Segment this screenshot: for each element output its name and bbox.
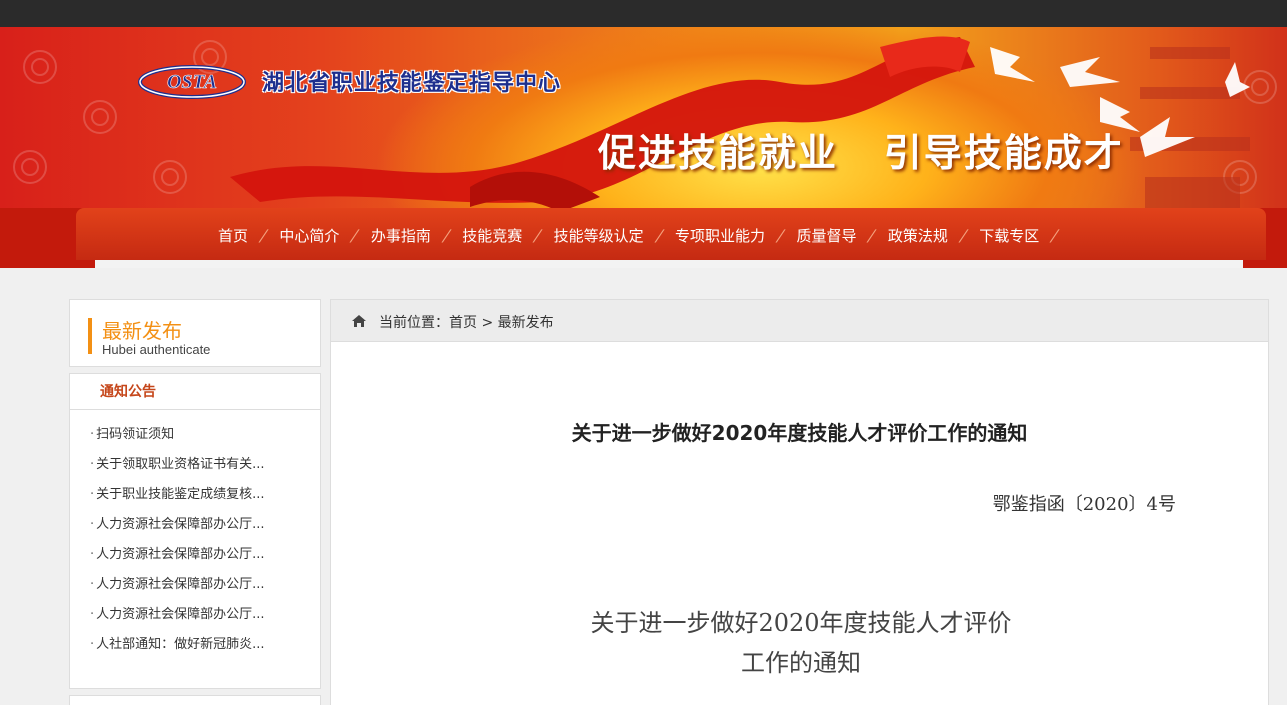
notice-category-title[interactable]: 通知公告 (70, 374, 320, 410)
logo-text: OSTA (167, 71, 217, 93)
nav-item-quality-supervision[interactable]: 质量督导 / (796, 225, 887, 246)
nav-item-level-certification[interactable]: 技能等级认定 / (554, 225, 675, 246)
notice-link[interactable]: 关于职业技能鉴定成绩复核... (96, 487, 264, 502)
notice-list-item[interactable]: · 关于领取职业资格证书有关... (90, 450, 320, 480)
nav-item-label[interactable]: 技能等级认定 (554, 225, 644, 246)
nav-item-home[interactable]: 首页 / (218, 225, 279, 246)
nav-item-special-ability[interactable]: 专项职业能力 / (675, 225, 796, 246)
nav-bottom-strip (95, 260, 1243, 268)
notice-list-item[interactable]: · 人力资源社会保障部办公厅... (90, 540, 320, 570)
home-icon (352, 315, 366, 327)
article-title: 关于进一步做好2020年度技能人才评价工作的通知 (571, 421, 1028, 445)
notice-link[interactable]: 人力资源社会保障部办公厅... (96, 607, 264, 622)
sidebar-subtitle: Hubei authenticate (102, 342, 211, 357)
bullet-icon: · (90, 487, 95, 502)
nav-item-label[interactable]: 办事指南 (371, 225, 431, 246)
notice-list-item[interactable]: · 人力资源社会保障部办公厅... (90, 510, 320, 540)
bullet-icon: · (90, 607, 95, 622)
notice-list-item[interactable]: · 扫码领证须知 (90, 420, 320, 450)
sidebar: 最新发布 Hubei authenticate 通知公告 · 扫码领证须知 · 关于… (69, 299, 321, 705)
nav-item-label[interactable]: 下载专区 (979, 225, 1039, 246)
site-banner: OSTA 湖北省职业技能鉴定指导中心 促进技能就业 引导技能成才 (0, 27, 1287, 217)
bullet-icon: · (90, 637, 95, 652)
notice-panel: 通知公告 · 扫码领证须知 · 关于领取职业资格证书有关... · 关于职业技能鉴定成… (69, 373, 321, 689)
sidebar-accent-bar (88, 318, 92, 354)
nav-separator: / (865, 226, 879, 245)
document-number: 鄂鉴指函〔2020〕4号 (992, 494, 1176, 515)
nav-separator: / (440, 226, 453, 245)
nav-separator: / (653, 226, 666, 245)
nav-item-guide[interactable]: 办事指南 / (371, 225, 462, 246)
bullet-icon: · (90, 457, 95, 472)
nav-separator: / (257, 226, 270, 245)
notice-list: · 扫码领证须知 · 关于领取职业资格证书有关... · 关于职业技能鉴定成绩复核..… (70, 410, 320, 660)
nav-separator: / (1048, 226, 1062, 245)
nav-item-label[interactable]: 中心简介 (279, 225, 339, 246)
notice-list-item[interactable]: · 人力资源社会保障部办公厅... (90, 570, 320, 600)
notice-link[interactable]: 人力资源社会保障部办公厅... (96, 577, 264, 592)
breadcrumb: 当前位置：首页 > 最新发布 (331, 300, 1268, 342)
nav-separator: / (348, 226, 362, 245)
notice-link[interactable]: 人社部通知：做好新冠肺炎... (96, 637, 264, 652)
notice-link[interactable]: 人力资源社会保障部办公厅... (96, 547, 264, 562)
notice-link[interactable]: 扫码领证须知 (96, 427, 174, 442)
breadcrumb-prefix: 当前位置： (379, 315, 449, 331)
nav-item-label[interactable]: 专项职业能力 (675, 225, 765, 246)
nav-separator: / (531, 226, 545, 245)
nav-item-label[interactable]: 政策法规 (888, 225, 948, 246)
notice-list-item[interactable]: · 关于职业技能鉴定成绩复核... (90, 480, 320, 510)
nav-item-download[interactable]: 下载专区 / (979, 225, 1070, 246)
nav-item-competition[interactable]: 技能竞赛 / (462, 225, 553, 246)
article-body-title: 关于进一步做好2020年度技能人才评价 工作的通知 (561, 603, 1041, 683)
nav-separator: / (774, 226, 787, 245)
bullet-icon: · (90, 517, 95, 532)
nav-item-label[interactable]: 首页 (218, 225, 248, 246)
breadcrumb-home-link[interactable]: 首页 (449, 315, 477, 331)
notice-list-item[interactable]: · 人力资源社会保障部办公厅... (90, 600, 320, 630)
bullet-icon: · (90, 427, 95, 442)
breadcrumb-text: 当前位置：首页 > 最新发布 (379, 312, 554, 332)
nav-item-about[interactable]: 中心简介 / (279, 225, 370, 246)
body-title-line-1: 关于进一步做好2020年度技能人才评价 (590, 609, 1012, 637)
sidebar-header: 最新发布 Hubei authenticate (69, 299, 321, 367)
nav-item-policy[interactable]: 政策法规 / (888, 225, 979, 246)
sidebar-next-panel (69, 695, 321, 705)
notice-link[interactable]: 人力资源社会保障部办公厅... (96, 517, 264, 532)
breadcrumb-current[interactable]: 最新发布 (498, 315, 554, 331)
bullet-icon: · (90, 547, 95, 562)
body-title-line-2: 工作的通知 (741, 649, 861, 677)
nav-item-label[interactable]: 技能竞赛 (462, 225, 522, 246)
main-content: 当前位置：首页 > 最新发布 关于进一步做好2020年度技能人才评价工作的通知 … (330, 299, 1269, 705)
site-name: 湖北省职业技能鉴定指导中心 (262, 71, 562, 96)
nav-separator: / (957, 226, 970, 245)
banner-slogan: 促进技能就业 引导技能成才 (598, 131, 1124, 175)
notice-link[interactable]: 关于领取职业资格证书有关... (96, 457, 264, 472)
notice-list-item[interactable]: · 人社部通知：做好新冠肺炎... (90, 630, 320, 660)
nav-item-label[interactable]: 质量督导 (796, 225, 856, 246)
nav-menu: 首页 / 中心简介 / 办事指南 / 技能竞赛 / 技能等级认定 / 专项职业能力 / 质量… (218, 225, 1071, 246)
bullet-icon: · (90, 577, 95, 592)
sidebar-title: 最新发布 (102, 319, 182, 343)
main-nav: 首页 / 中心简介 / 办事指南 / 技能竞赛 / 技能等级认定 / 专项职业能力 / 质量… (0, 208, 1287, 268)
osta-logo: OSTA (138, 65, 246, 99)
breadcrumb-separator: > (477, 315, 498, 331)
browser-top-bar (0, 0, 1287, 27)
